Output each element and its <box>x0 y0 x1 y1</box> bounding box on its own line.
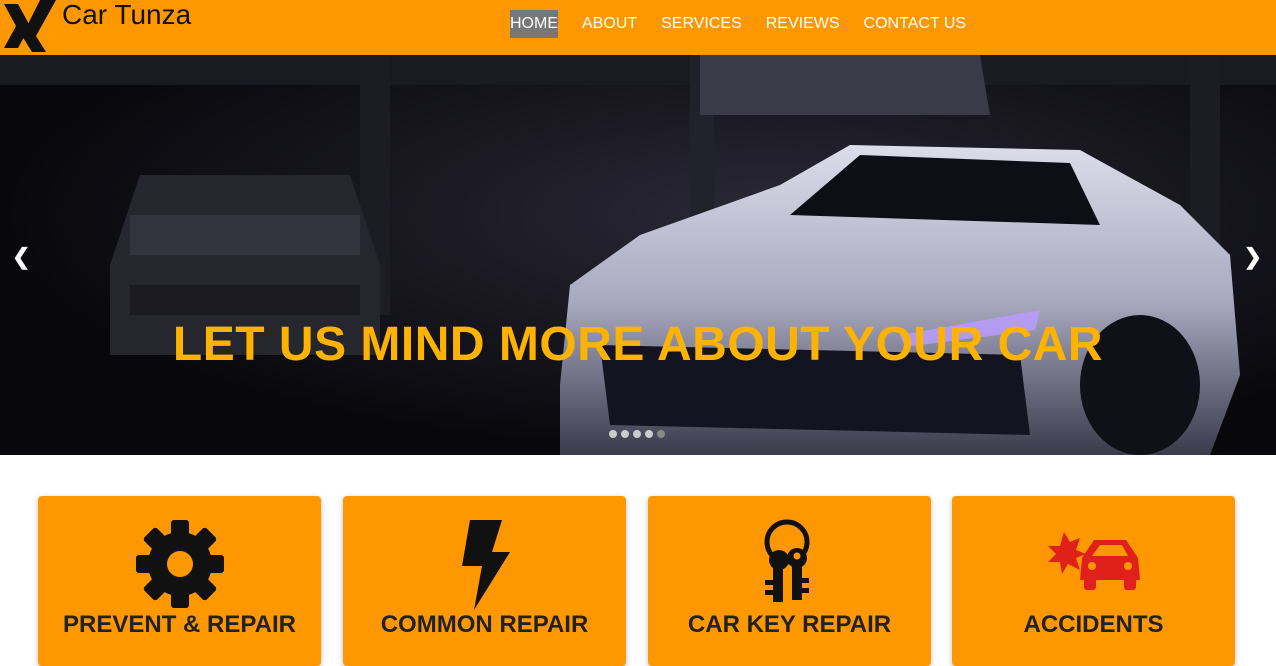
slide-dot-5[interactable] <box>657 430 665 438</box>
service-card-common-repair[interactable]: COMMON REPAIR <box>343 496 626 666</box>
hero-car-image <box>0 55 1276 455</box>
top-navbar: Car Tunza HOME ABOUT SERVICES REVIEWS CO… <box>0 0 1276 55</box>
service-card-car-key-repair[interactable]: CAR KEY REPAIR <box>648 496 931 666</box>
nav-services[interactable]: SERVICES <box>661 10 742 38</box>
service-label: ACCIDENTS <box>1023 611 1164 638</box>
previous-slide-arrow-icon[interactable]: ❮ <box>12 245 30 269</box>
slide-dot-4[interactable] <box>645 430 653 438</box>
slide-indicators <box>609 430 669 438</box>
lightning-bolt-icon <box>343 518 626 610</box>
nav-about[interactable]: ABOUT <box>582 10 637 38</box>
slide-dot-1[interactable] <box>609 430 617 438</box>
nav-home[interactable]: HOME <box>510 10 558 38</box>
hero-slideshow: LET US MIND MORE ABOUT YOUR CAR ❮ ❯ <box>0 55 1276 455</box>
service-label: CAR KEY REPAIR <box>687 611 892 638</box>
service-label: PREVENT & REPAIR <box>63 611 296 638</box>
main-nav: HOME ABOUT SERVICES REVIEWS CONTACT US <box>510 10 990 38</box>
car-keys-icon <box>648 518 931 610</box>
next-slide-arrow-icon[interactable]: ❯ <box>1244 245 1262 269</box>
nav-reviews[interactable]: REVIEWS <box>766 10 840 38</box>
slide-dot-2[interactable] <box>621 430 629 438</box>
hero-headline: LET US MIND MORE ABOUT YOUR CAR <box>172 318 1104 371</box>
car-crash-icon <box>952 518 1235 610</box>
x-logo-icon[interactable] <box>2 0 56 52</box>
service-card-accidents[interactable]: ACCIDENTS <box>952 496 1235 666</box>
nav-contact-us[interactable]: CONTACT US <box>864 10 967 38</box>
service-label: COMMON REPAIR <box>380 611 589 638</box>
brand-name[interactable]: Car Tunza <box>62 0 191 31</box>
service-card-prevent-repair[interactable]: PREVENT & REPAIR <box>38 496 321 666</box>
slide-dot-3[interactable] <box>633 430 641 438</box>
gear-icon <box>38 518 321 610</box>
